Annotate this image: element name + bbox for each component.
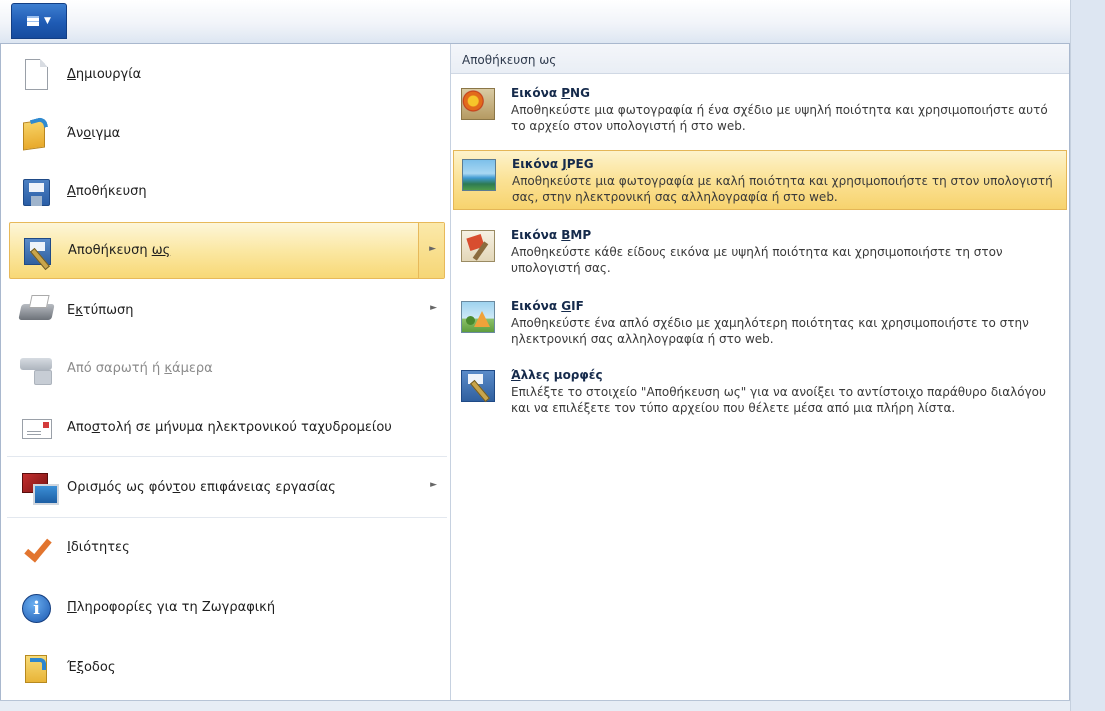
menu-item-new[interactable]: Δημιουργία bbox=[9, 46, 445, 103]
jpeg-image-icon bbox=[462, 159, 496, 191]
save-as-other-formats-option[interactable]: Άλλες μορφές Επιλέξτε το στοιχείο "Αποθή… bbox=[453, 362, 1067, 420]
menu-item-label: Άνοιγμα bbox=[67, 126, 121, 141]
png-image-icon bbox=[461, 88, 495, 120]
desktop-background-icon bbox=[19, 471, 59, 505]
chevron-down-icon: ▼ bbox=[44, 16, 51, 26]
option-title: Εικόνα PNG bbox=[511, 86, 590, 100]
submenu-header: Αποθήκευση ως bbox=[451, 44, 1069, 74]
menu-item-label: Ιδιότητες bbox=[67, 540, 130, 555]
menu-item-label: Πληροφορίες για τη Ζωγραφική bbox=[67, 600, 276, 615]
email-icon bbox=[19, 411, 53, 445]
document-icon bbox=[27, 16, 40, 26]
status-bar bbox=[0, 700, 1070, 711]
info-icon: i bbox=[19, 591, 53, 625]
gif-image-icon bbox=[461, 301, 495, 333]
other-formats-icon bbox=[461, 370, 495, 402]
option-description: Αποθηκεύστε μια φωτογραφία με καλή ποιότ… bbox=[512, 174, 1053, 204]
menu-item-send-email[interactable]: Αποστολή σε μήνυμα ηλεκτρονικού ταχυδρομ… bbox=[9, 399, 445, 456]
save-as-submenu: Αποθήκευση ως Εικόνα PNG Αποθηκεύστε μια… bbox=[450, 44, 1069, 700]
save-as-bmp-option[interactable]: Εικόνα BMP Αποθηκεύστε κάθε είδους εικόν… bbox=[453, 222, 1067, 280]
option-title: Εικόνα BMP bbox=[511, 228, 592, 242]
bmp-image-icon bbox=[461, 230, 495, 262]
option-description: Αποθηκεύστε μια φωτογραφία ή ένα σχέδιο … bbox=[511, 103, 1048, 133]
checkmark-icon bbox=[19, 531, 53, 565]
scanner-icon bbox=[19, 352, 53, 386]
save-as-png-option[interactable]: Εικόνα PNG Αποθηκεύστε μια φωτογραφία ή … bbox=[453, 80, 1067, 138]
save-as-gif-option[interactable]: Εικόνα GIF Αποθηκεύστε ένα απλό σχέδιο μ… bbox=[453, 293, 1067, 351]
option-description: Αποθηκεύστε κάθε είδους εικόνα με υψηλή … bbox=[511, 245, 1003, 275]
printer-icon bbox=[18, 294, 55, 328]
menu-item-open[interactable]: Άνοιγμα bbox=[9, 105, 445, 162]
menu-item-set-desktop-background[interactable]: Ορισμός ως φόντου επιφάνειας εργασίας ► bbox=[9, 459, 445, 516]
menu-item-label: Εκτύπωση bbox=[67, 303, 134, 318]
menu-item-label: Έξοδος bbox=[67, 660, 116, 675]
menu-item-exit[interactable]: Έξοδος bbox=[9, 639, 445, 696]
option-description: Αποθηκεύστε ένα απλό σχέδιο με χαμηλότερ… bbox=[511, 316, 1029, 346]
save-as-jpeg-option[interactable]: Εικόνα JPEG Αποθηκεύστε μια φωτογραφία μ… bbox=[453, 150, 1067, 210]
save-as-icon bbox=[20, 234, 54, 268]
title-bar: ▼ bbox=[0, 0, 1105, 43]
submenu-arrow-icon: ► bbox=[430, 480, 437, 490]
menu-commands: Δημιουργία Άνοιγμα Αποθήκευση Αποθήκευση… bbox=[1, 44, 450, 700]
menu-item-label: Δημιουργία bbox=[67, 67, 142, 82]
menu-item-properties[interactable]: Ιδιότητες bbox=[9, 519, 445, 576]
menu-item-scanner-camera: Από σαρωτή ή κάμερα bbox=[9, 340, 445, 397]
menu-item-save[interactable]: Αποθήκευση bbox=[9, 163, 445, 220]
open-folder-icon bbox=[19, 115, 53, 151]
new-document-icon bbox=[19, 58, 53, 92]
menu-separator bbox=[7, 517, 447, 518]
menu-item-about-paint[interactable]: i Πληροφορίες για τη Ζωγραφική bbox=[9, 579, 445, 636]
menu-item-label: Αποθήκευση ως bbox=[68, 243, 171, 258]
application-menu: Δημιουργία Άνοιγμα Αποθήκευση Αποθήκευση… bbox=[0, 43, 1070, 701]
submenu-arrow-icon: ► bbox=[430, 303, 437, 313]
option-title: Εικόνα JPEG bbox=[512, 157, 594, 171]
menu-item-save-as[interactable]: Αποθήκευση ως ► bbox=[9, 222, 445, 279]
option-title: Άλλες μορφές bbox=[511, 368, 603, 382]
menu-separator bbox=[7, 456, 447, 457]
exit-icon bbox=[19, 651, 53, 685]
menu-item-label: Από σαρωτή ή κάμερα bbox=[67, 361, 213, 376]
option-description: Επιλέξτε το στοιχείο "Αποθήκευση ως" για… bbox=[511, 385, 1046, 415]
window-frame-right bbox=[1070, 0, 1105, 711]
submenu-arrow-icon: ► bbox=[429, 244, 436, 254]
menu-item-print[interactable]: Εκτύπωση ► bbox=[9, 282, 445, 339]
menu-item-label: Αποθήκευση bbox=[67, 184, 147, 199]
save-disk-icon bbox=[19, 175, 53, 209]
paint-menu-button[interactable]: ▼ bbox=[11, 3, 67, 39]
menu-item-label: Αποστολή σε μήνυμα ηλεκτρονικού ταχυδρομ… bbox=[67, 420, 392, 435]
option-title: Εικόνα GIF bbox=[511, 299, 584, 313]
menu-item-label: Ορισμός ως φόντου επιφάνειας εργασίας bbox=[67, 480, 336, 495]
